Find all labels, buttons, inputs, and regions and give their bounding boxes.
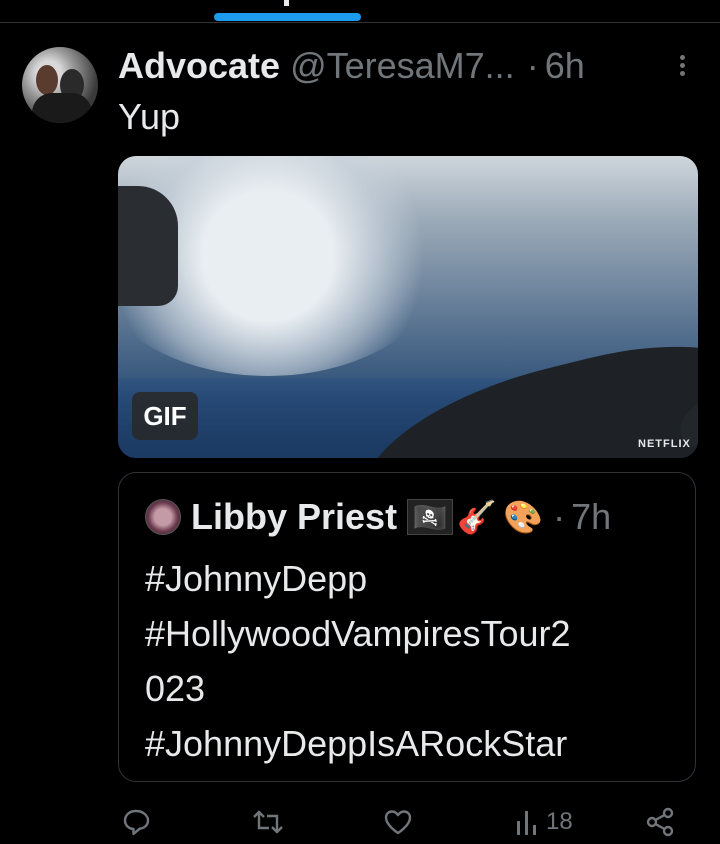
views-button[interactable]: 18	[514, 806, 573, 838]
avatar-face-left	[36, 65, 58, 95]
retweet-icon	[253, 810, 283, 834]
share-button[interactable]	[644, 806, 676, 838]
reply-icon	[123, 809, 150, 836]
quote-author-name: Libby Priest	[191, 496, 398, 537]
more-icon[interactable]	[676, 52, 688, 82]
quote-line-hashtag-cont[interactable]: 023	[145, 661, 685, 716]
tweet-header: Advocate @TeresaM7... · 6h	[118, 42, 585, 90]
author-handle[interactable]: @TeresaM7...	[290, 45, 515, 87]
views-icon	[517, 811, 536, 835]
more-dot	[679, 55, 685, 60]
quote-separator: ·	[553, 496, 566, 537]
tab-label-fragment	[284, 0, 289, 6]
media-watermark: NETFLIX	[638, 438, 691, 450]
heart-icon	[384, 810, 412, 835]
guitar-icon: 🎸	[457, 499, 497, 535]
tweet-timestamp[interactable]: 6h	[545, 45, 585, 87]
palette-icon: 🎨	[503, 499, 543, 535]
avatar-shoulders	[32, 93, 92, 123]
author-avatar[interactable]	[22, 47, 98, 123]
top-tab-bar	[0, 0, 720, 23]
tweet-gif-media[interactable]: GIF NETFLIX	[118, 156, 698, 458]
quote-author-avatar	[145, 499, 181, 535]
share-icon	[646, 807, 674, 837]
tweet-action-bar: 18	[0, 800, 720, 844]
author-name[interactable]: Advocate	[118, 45, 280, 87]
media-dark-shape	[118, 186, 178, 306]
quoted-tweet-card[interactable]: Libby Priest 🏴‍☠️ 🎸 🎨 · 7h #JohnnyDepp #…	[118, 472, 696, 782]
quote-text: #JohnnyDepp #HollywoodVampiresTour2 023 …	[145, 551, 685, 771]
gif-badge: GIF	[132, 392, 198, 440]
reply-button[interactable]	[120, 806, 152, 838]
tweet-text: Yup	[118, 96, 181, 137]
quote-line-hashtag[interactable]: #HollywoodVampiresTour2	[145, 606, 685, 661]
views-count: 18	[546, 808, 573, 835]
like-button[interactable]	[382, 806, 414, 838]
quote-timestamp: 7h	[571, 496, 612, 537]
more-dot	[679, 63, 685, 68]
quote-header: Libby Priest 🏴‍☠️ 🎸 🎨 · 7h	[145, 493, 611, 541]
active-tab-indicator	[214, 13, 361, 21]
header-separator: ·	[526, 45, 539, 86]
pirate-flag-icon: 🏴‍☠️	[407, 499, 454, 535]
quote-line-hashtag[interactable]: #JohnnyDeppIsARockStar	[145, 716, 685, 771]
more-dot	[679, 71, 685, 76]
quote-line-hashtag[interactable]: #JohnnyDepp	[145, 551, 685, 606]
retweet-button[interactable]	[250, 806, 286, 838]
